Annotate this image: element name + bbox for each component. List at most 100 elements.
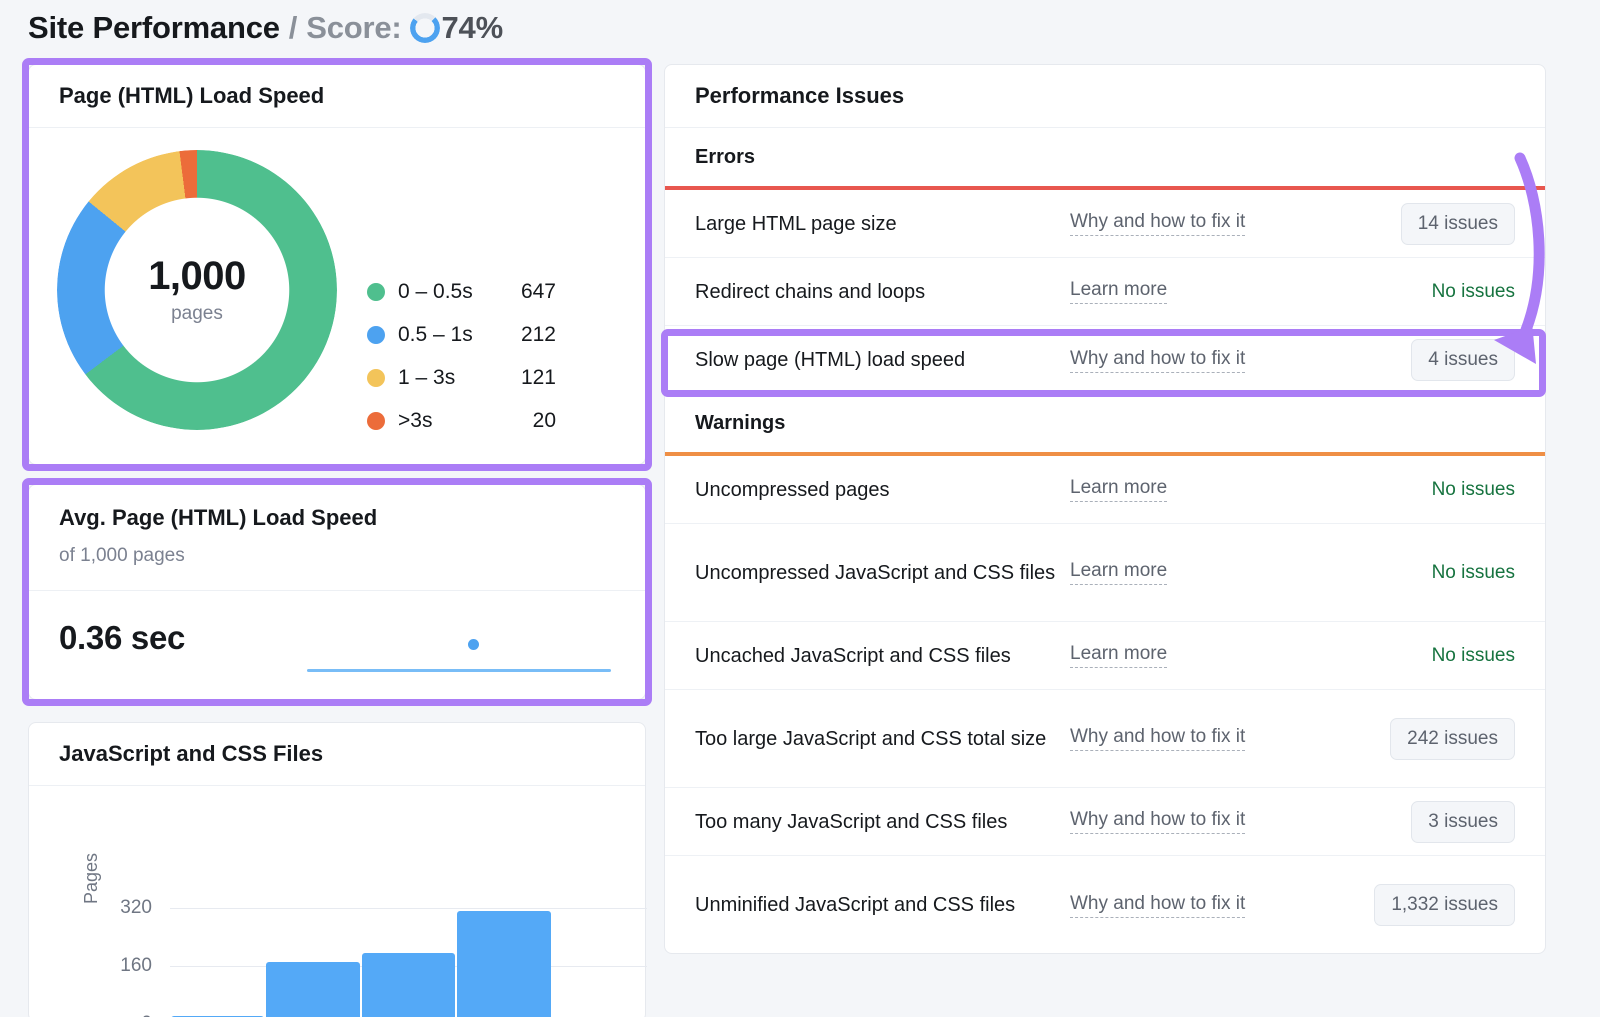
performance-issues-title: Performance Issues	[665, 65, 1545, 128]
legend-item-value: 212	[504, 323, 556, 347]
score-label: Score:	[306, 10, 401, 46]
issue-name: Large HTML page size	[695, 209, 1070, 239]
page-load-speed-chart: 1,000 pages 0 – 0.5s6470.5 – 1s2121 – 3s…	[29, 128, 645, 465]
no-issues-label: No issues	[1432, 562, 1515, 583]
issue-count-badge[interactable]: 3 issues	[1411, 801, 1515, 843]
issue-help-link[interactable]: Why and how to fix it	[1070, 809, 1245, 834]
avg-speed-subtitle: of 1,000 pages	[59, 545, 615, 567]
legend-color-dot	[367, 369, 385, 387]
bar	[266, 962, 359, 1017]
y-axis-tick-label: 320	[120, 897, 152, 919]
legend-item-value: 121	[504, 366, 556, 390]
donut-total-unit: pages	[171, 303, 223, 325]
issue-link-cell: Why and how to fix it	[1070, 348, 1360, 373]
legend-item-value: 647	[504, 280, 556, 304]
score-value: 74%	[442, 10, 503, 46]
issue-row[interactable]: Redirect chains and loopsLearn moreNo is…	[665, 258, 1545, 326]
issue-status: 14 issues	[1360, 203, 1515, 245]
avg-speed-sparkline	[277, 609, 611, 681]
issue-help-link[interactable]: Learn more	[1070, 279, 1167, 304]
issue-name: Slow page (HTML) load speed	[695, 345, 1070, 375]
issue-count-badge[interactable]: 1,332 issues	[1374, 884, 1515, 926]
issue-count-badge[interactable]: 4 issues	[1411, 339, 1515, 381]
issue-row[interactable]: Uncompressed pagesLearn moreNo issues	[665, 456, 1545, 524]
legend-color-dot	[367, 412, 385, 430]
y-axis-tick-label: 160	[120, 955, 152, 977]
legend-color-dot	[367, 326, 385, 344]
bar	[457, 911, 550, 1017]
avg-speed-header: Avg. Page (HTML) Load Speed of 1,000 pag…	[29, 485, 645, 591]
donut-center-label: 1,000 pages	[57, 150, 337, 430]
issue-link-cell: Learn more	[1070, 279, 1360, 304]
legend-item-label: 0 – 0.5s	[398, 280, 504, 304]
page-load-speed-title: Page (HTML) Load Speed	[29, 65, 645, 128]
legend-item: 0.5 – 1s212	[367, 313, 556, 356]
page-title-text: Site Performance	[28, 10, 280, 46]
issue-help-link[interactable]: Why and how to fix it	[1070, 726, 1245, 751]
donut-legend: 0 – 0.5s6470.5 – 1s2121 – 3s121>3s20	[367, 270, 556, 442]
warnings-section-heading: Warnings	[665, 394, 1545, 452]
bar-chart-plot-area	[170, 908, 647, 1017]
issue-help-link[interactable]: Learn more	[1070, 560, 1167, 585]
avg-speed-value: 0.36 sec	[59, 619, 185, 657]
legend-item-value: 20	[504, 409, 556, 433]
bar-column	[552, 908, 647, 1017]
legend-color-dot	[367, 283, 385, 301]
js-css-title: JavaScript and CSS Files	[29, 723, 645, 786]
issue-name: Uncompressed JavaScript and CSS files	[695, 558, 1070, 588]
load-speed-donut: 1,000 pages	[57, 150, 337, 430]
warnings-list: Uncompressed pagesLearn moreNo issuesUnc…	[665, 456, 1545, 954]
issue-link-cell: Learn more	[1070, 560, 1360, 585]
issue-row[interactable]: Slow page (HTML) load speedWhy and how t…	[665, 326, 1545, 394]
sparkline-line	[307, 669, 611, 672]
issue-count-badge[interactable]: 242 issues	[1390, 718, 1515, 760]
issue-help-link[interactable]: Learn more	[1070, 477, 1167, 502]
issue-status: 4 issues	[1360, 339, 1515, 381]
avg-speed-title: Avg. Page (HTML) Load Speed	[59, 505, 615, 531]
issue-help-link[interactable]: Why and how to fix it	[1070, 211, 1245, 236]
page-load-speed-card: Page (HTML) Load Speed 1,000 pages 0 – 0…	[28, 64, 646, 465]
issue-status: 3 issues	[1360, 801, 1515, 843]
legend-item-label: 0.5 – 1s	[398, 323, 504, 347]
issue-row[interactable]: Unminified JavaScript and CSS filesWhy a…	[665, 856, 1545, 954]
issue-help-link[interactable]: Why and how to fix it	[1070, 348, 1245, 373]
errors-section-heading: Errors	[665, 128, 1545, 186]
legend-item: 0 – 0.5s647	[367, 270, 556, 313]
issue-row[interactable]: Uncached JavaScript and CSS filesLearn m…	[665, 622, 1545, 690]
issue-count-badge[interactable]: 14 issues	[1401, 203, 1515, 245]
score-donut-icon	[410, 13, 440, 43]
y-axis-tick-label: 0	[141, 1013, 152, 1017]
issue-name: Uncached JavaScript and CSS files	[695, 641, 1070, 671]
issue-status: No issues	[1360, 645, 1515, 667]
site-performance-report: Site Performance / Score: 74% Page (HTML…	[0, 0, 1600, 1017]
bar-chart-y-axis-title: Pages	[81, 853, 102, 904]
avg-speed-body: 0.36 sec	[29, 591, 645, 700]
issue-row[interactable]: Large HTML page sizeWhy and how to fix i…	[665, 190, 1545, 258]
bar-column	[265, 908, 360, 1017]
issue-link-cell: Why and how to fix it	[1070, 726, 1360, 751]
javascript-css-files-card: JavaScript and CSS Files Pages 0160320 0…	[28, 722, 646, 1017]
issue-name: Unminified JavaScript and CSS files	[695, 890, 1070, 920]
legend-item-label: 1 – 3s	[398, 366, 504, 390]
issue-status: 242 issues	[1360, 718, 1515, 760]
issue-link-cell: Why and how to fix it	[1070, 809, 1360, 834]
issue-link-cell: Why and how to fix it	[1070, 893, 1360, 918]
js-css-bar-chart: Pages 0160320 0 – 1011 – 2021 – 5051 – 1…	[29, 786, 645, 1017]
issue-status: No issues	[1360, 281, 1515, 303]
bar-chart-y-ticks: 0160320	[29, 908, 170, 1017]
no-issues-label: No issues	[1432, 645, 1515, 666]
issue-row[interactable]: Too large JavaScript and CSS total sizeW…	[665, 690, 1545, 788]
issue-status: No issues	[1360, 479, 1515, 501]
bar-column	[456, 908, 551, 1017]
bar-column	[361, 908, 456, 1017]
issue-row[interactable]: Uncompressed JavaScript and CSS filesLea…	[665, 524, 1545, 622]
errors-list: Large HTML page sizeWhy and how to fix i…	[665, 190, 1545, 394]
issue-link-cell: Learn more	[1070, 477, 1360, 502]
issue-help-link[interactable]: Learn more	[1070, 643, 1167, 668]
title-separator: /	[289, 10, 297, 46]
issue-help-link[interactable]: Why and how to fix it	[1070, 893, 1245, 918]
issue-name: Too many JavaScript and CSS files	[695, 807, 1070, 837]
no-issues-label: No issues	[1432, 479, 1515, 500]
bar	[362, 953, 455, 1017]
issue-row[interactable]: Too many JavaScript and CSS filesWhy and…	[665, 788, 1545, 856]
